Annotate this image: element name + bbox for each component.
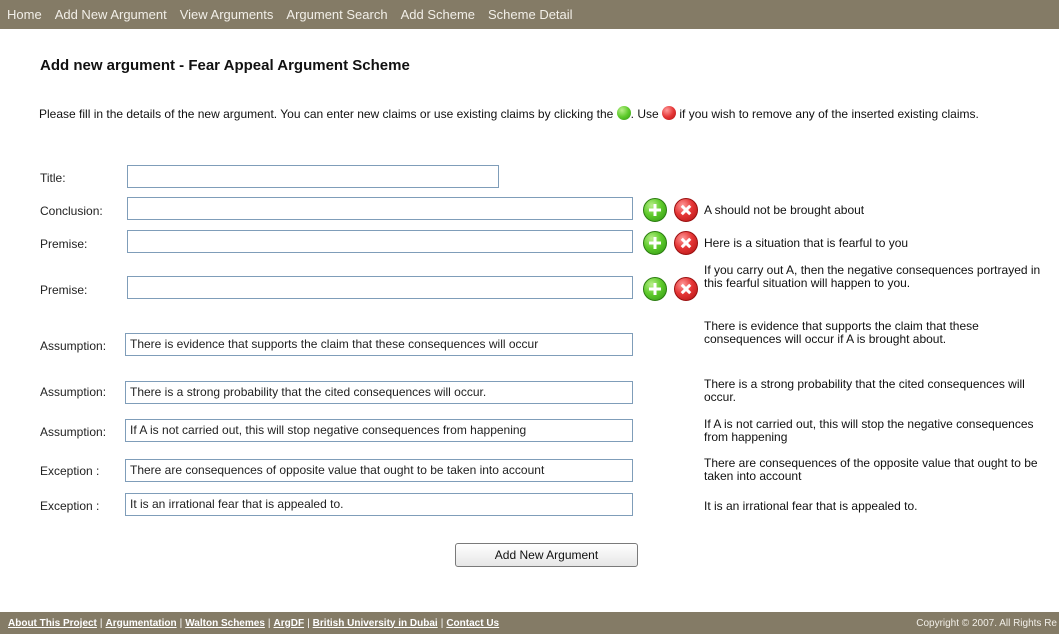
premise-input[interactable] — [127, 230, 633, 253]
nav-add-scheme[interactable]: Add Scheme — [401, 7, 475, 22]
footer: About This Project | Argumentation | Walton … — [0, 612, 1059, 634]
title-label: Title: — [40, 171, 66, 185]
footer-link-walton-schemes[interactable]: Walton Schemes — [185, 618, 265, 629]
assumption-description: If A is not carried out, this will stop … — [704, 417, 1034, 444]
footer-separator: | — [99, 617, 103, 629]
assumption-label: Assumption: — [40, 425, 107, 439]
exception-input[interactable]: It is an irrational fear that is appeale… — [125, 493, 633, 516]
add-claim-icon[interactable] — [643, 231, 667, 255]
exception-label: Exception : — [40, 499, 100, 513]
exception-label: Exception : — [40, 464, 100, 478]
assumption-input[interactable]: If A is not carried out, this will stop … — [125, 419, 633, 442]
nav-view-arguments[interactable]: View Arguments — [180, 7, 274, 22]
footer-link-argdf[interactable]: ArgDF — [274, 618, 305, 629]
title-input[interactable] — [127, 165, 499, 188]
footer-link-about[interactable]: About This Project — [8, 618, 97, 629]
footer-links: About This Project | Argumentation | Walton … — [8, 618, 499, 629]
remove-claim-icon[interactable] — [674, 277, 698, 301]
page-title: Add new argument - Fear Appeal Argument … — [40, 57, 410, 74]
assumption-label: Assumption: — [40, 385, 107, 399]
assumption-input[interactable]: There is a strong probability that the c… — [125, 381, 633, 404]
add-new-argument-button[interactable]: Add New Argument — [455, 543, 638, 567]
add-claim-icon-inline — [616, 106, 631, 120]
add-claim-icon[interactable] — [643, 198, 667, 222]
premise-label: Premise: — [40, 283, 88, 297]
footer-separator: | — [179, 617, 183, 629]
footer-separator: | — [440, 617, 444, 629]
footer-separator: | — [307, 617, 310, 629]
instructions: Please fill in the details of the new ar… — [39, 106, 1039, 121]
footer-link-contact-us[interactable]: Contact Us — [446, 618, 499, 629]
conclusion-input[interactable] — [127, 197, 633, 220]
exception-description: There are consequences of the opposite v… — [704, 456, 1038, 483]
instructions-text-3: if you wish to remove any of the inserte… — [679, 107, 979, 121]
footer-separator: | — [267, 617, 271, 629]
premise-input[interactable] — [127, 276, 633, 299]
remove-claim-icon-inline — [662, 106, 677, 120]
assumption-description: There is a strong probability that the c… — [704, 377, 1025, 404]
nav-argument-search[interactable]: Argument Search — [286, 7, 387, 22]
conclusion-description: A should not be brought about — [704, 203, 865, 217]
add-claim-icon[interactable] — [643, 277, 667, 301]
conclusion-label: Conclusion: — [40, 204, 103, 218]
nav-add-new-argument[interactable]: Add New Argument — [55, 7, 167, 22]
exception-input[interactable]: There are consequences of opposite value… — [125, 459, 633, 482]
premise-description: If you carry out A, then the negative co… — [704, 263, 1041, 290]
footer-link-argumentation[interactable]: Argumentation — [106, 618, 177, 629]
footer-link-british-university[interactable]: British University in Dubai — [313, 618, 438, 629]
instructions-text-2: . Use — [630, 107, 659, 121]
remove-claim-icon[interactable] — [674, 198, 698, 222]
premise-label: Premise: — [40, 237, 88, 251]
top-navigation: Home Add New Argument View Arguments Arg… — [0, 0, 1059, 29]
exception-description: It is an irrational fear that is appeale… — [704, 499, 918, 513]
remove-claim-icon[interactable] — [674, 231, 698, 255]
copyright: Copyright © 2007. All Rights Re — [916, 617, 1057, 629]
assumption-label: Assumption: — [40, 339, 107, 353]
instructions-text-1: Please fill in the details of the new ar… — [39, 107, 614, 121]
assumption-input[interactable]: There is evidence that supports the clai… — [125, 333, 633, 356]
nav-home[interactable]: Home — [7, 7, 42, 22]
premise-description: Here is a situation that is fearful to y… — [704, 236, 909, 250]
assumption-description: There is evidence that supports the clai… — [704, 319, 979, 346]
nav-scheme-detail[interactable]: Scheme Detail — [488, 7, 573, 22]
